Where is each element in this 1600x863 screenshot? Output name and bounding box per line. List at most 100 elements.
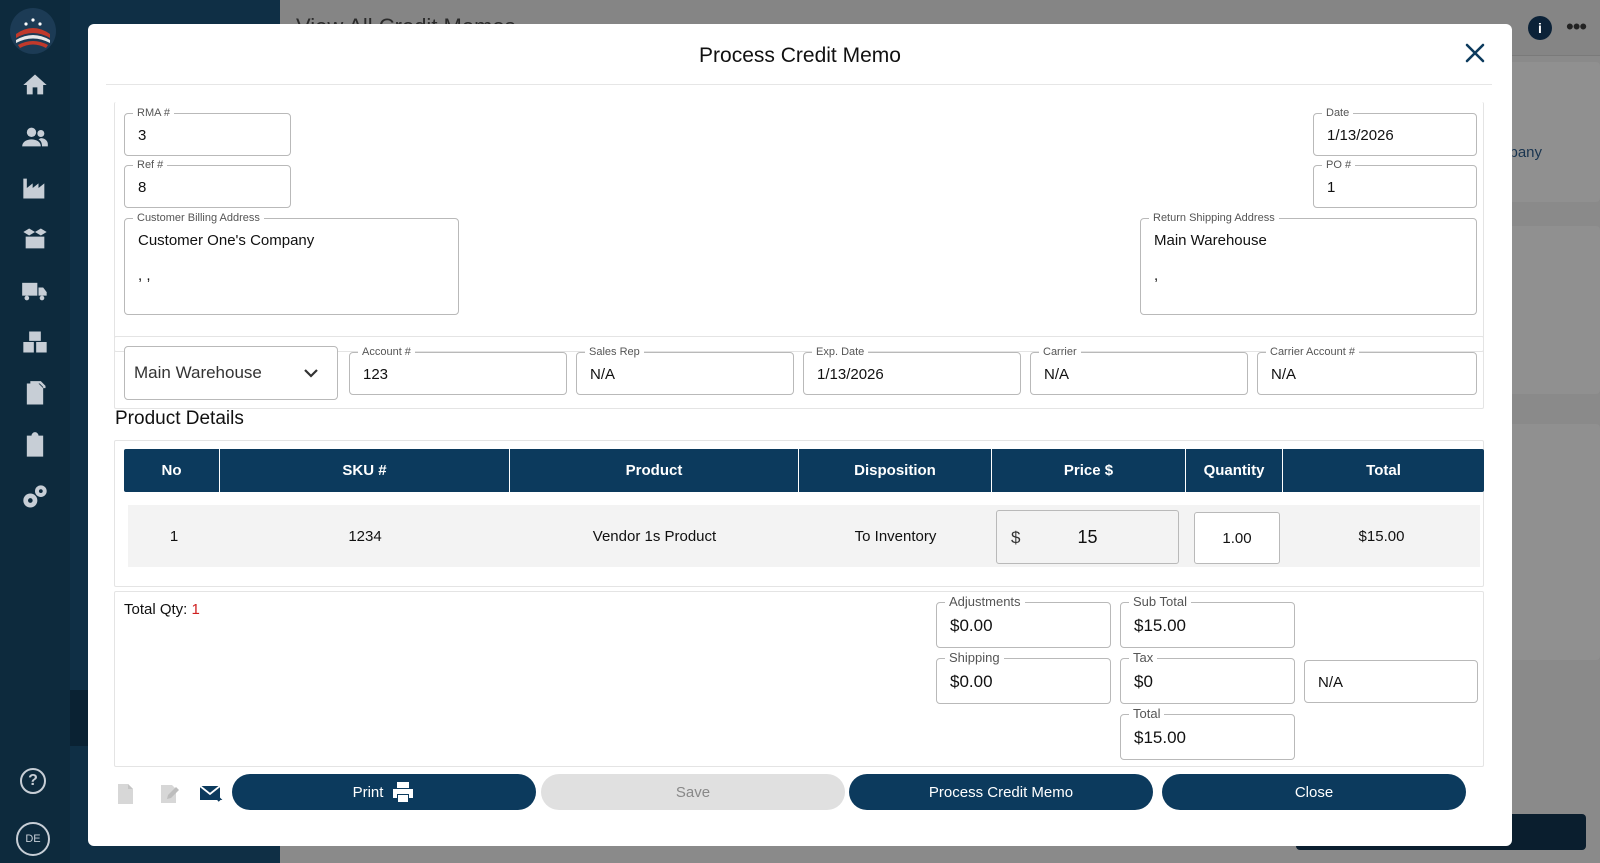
row-product: Vendor 1s Product (592, 527, 717, 545)
truck-icon[interactable] (18, 274, 52, 308)
date-field[interactable]: Date 1/13/2026 (1313, 106, 1477, 156)
shipping-label: Shipping (945, 650, 1004, 666)
rma-field[interactable]: RMA # 3 (124, 106, 291, 156)
shipping-address-line1: Main Warehouse (1154, 232, 1267, 249)
printer-icon (393, 782, 414, 802)
carrier-field[interactable]: Carrier N/A (1030, 345, 1248, 395)
shipping-address-field[interactable]: Return Shipping Address Main Warehouse , (1140, 211, 1477, 315)
column-header-price: Price $ (992, 449, 1186, 492)
modal-title: Process Credit Memo (699, 44, 901, 67)
row-quantity-cell: 1.00 (1186, 505, 1283, 567)
total-label: Total (1129, 706, 1165, 722)
billing-address-line2: , , (138, 267, 151, 284)
row-total: $15.00 (1358, 527, 1405, 545)
po-value: 1 (1327, 179, 1336, 196)
account-label: Account # (358, 345, 415, 359)
column-header-disposition: Disposition (799, 449, 992, 492)
factory-icon[interactable] (18, 171, 52, 205)
shipping-address-line2: , (1154, 267, 1159, 284)
settings-icon[interactable] (18, 480, 52, 514)
price-value: 15 (1077, 527, 1098, 547)
tax-code-field[interactable]: N/A (1304, 660, 1478, 703)
table-header: No SKU # Product Disposition Price $ Qua… (124, 449, 1484, 492)
home-icon[interactable] (18, 68, 52, 102)
ref-label: Ref # (133, 158, 168, 172)
chevron-down-icon (304, 369, 318, 378)
total-qty-value: 1 (191, 601, 200, 618)
column-header-total: Total (1366, 462, 1401, 479)
process-credit-memo-modal: Process Credit Memo RMA # 3 Ref # 8 Cust… (88, 24, 1512, 846)
print-button[interactable]: Print (232, 774, 536, 810)
rma-label: RMA # (133, 106, 175, 120)
carrier-account-field[interactable]: Carrier Account # N/A (1257, 345, 1477, 395)
title-divider (106, 84, 1492, 85)
app-logo (10, 8, 56, 54)
ref-field[interactable]: Ref # 8 (124, 158, 291, 208)
row-price-cell: $ 15 (992, 505, 1186, 567)
print-button-label: Print (352, 783, 384, 801)
box-icon[interactable] (18, 222, 52, 256)
pallet-icon[interactable] (18, 325, 52, 359)
column-header-quantity: Quantity (1186, 449, 1283, 492)
rma-value: 3 (138, 127, 147, 144)
column-header-product: Product (510, 449, 799, 492)
price-input[interactable]: $ 15 (996, 510, 1179, 564)
sales-rep-label: Sales Rep (585, 345, 644, 359)
user-avatar[interactable]: DE (16, 822, 50, 856)
clipboard-icon[interactable] (18, 428, 52, 462)
shipping-address-label: Return Shipping Address (1149, 211, 1279, 225)
ref-value: 8 (138, 179, 147, 196)
shipping-field[interactable]: Shipping $0.00 (936, 650, 1111, 704)
document-icon[interactable] (113, 782, 137, 806)
info-icon[interactable]: i (1528, 16, 1552, 40)
date-label: Date (1322, 106, 1354, 120)
exp-date-label: Exp. Date (812, 345, 869, 359)
account-field[interactable]: Account # 123 (349, 345, 567, 395)
email-icon[interactable] (199, 782, 223, 806)
row-sku: 1234 (348, 527, 382, 545)
billing-address-line1: Customer One's Company (138, 232, 315, 249)
documents-icon[interactable] (18, 377, 52, 411)
billing-address-label: Customer Billing Address (133, 211, 264, 225)
column-header-no: No (124, 449, 220, 492)
shipping-value: $0.00 (950, 672, 993, 691)
process-credit-memo-button[interactable]: Process Credit Memo (849, 774, 1153, 810)
table-row: 1 1234 Vendor 1s Product To Inventory $ … (128, 505, 1480, 567)
product-details-heading: Product Details (115, 408, 244, 429)
adjustments-field[interactable]: Adjustments $0.00 (936, 594, 1111, 648)
help-icon[interactable]: ? (20, 768, 46, 794)
sidebar: ? DE (0, 0, 70, 863)
po-field[interactable]: PO # 1 (1313, 158, 1477, 208)
tax-value: $0 (1134, 672, 1153, 691)
quantity-input[interactable]: 1.00 (1194, 512, 1280, 564)
save-button[interactable]: Save (541, 774, 845, 810)
tax-label: Tax (1129, 650, 1158, 666)
total-qty: Total Qty: 1 (124, 601, 200, 618)
carrier-label: Carrier (1039, 345, 1081, 359)
warehouse-select-value: Main Warehouse (134, 363, 262, 382)
more-options-icon[interactable]: ••• (1566, 14, 1587, 40)
tax-field[interactable]: Tax $0 (1120, 650, 1295, 704)
carrier-account-value: N/A (1271, 366, 1297, 383)
users-icon[interactable] (18, 120, 52, 154)
row-no: 1 (169, 527, 179, 545)
edit-document-icon[interactable] (157, 782, 181, 806)
close-icon[interactable] (1464, 42, 1486, 64)
exp-date-field[interactable]: Exp. Date 1/13/2026 (803, 345, 1021, 395)
date-value: 1/13/2026 (1327, 127, 1394, 144)
exp-date-value: 1/13/2026 (817, 366, 884, 383)
row-disposition: To Inventory (854, 527, 937, 545)
subtotal-field: Sub Total $15.00 (1120, 594, 1295, 648)
subtotal-label: Sub Total (1129, 594, 1191, 610)
sales-rep-field[interactable]: Sales Rep N/A (576, 345, 794, 395)
adjustments-value: $0.00 (950, 616, 993, 635)
carrier-value: N/A (1044, 366, 1070, 383)
total-qty-label: Total Qty: (124, 601, 188, 618)
adjustments-label: Adjustments (945, 594, 1025, 610)
close-button[interactable]: Close (1162, 774, 1466, 810)
warehouse-select[interactable]: Main Warehouse (124, 346, 338, 400)
billing-address-field[interactable]: Customer Billing Address Customer One's … (124, 211, 459, 315)
total-field: Total $15.00 (1120, 706, 1295, 760)
total-value: $15.00 (1134, 728, 1186, 747)
sales-rep-value: N/A (590, 366, 616, 383)
